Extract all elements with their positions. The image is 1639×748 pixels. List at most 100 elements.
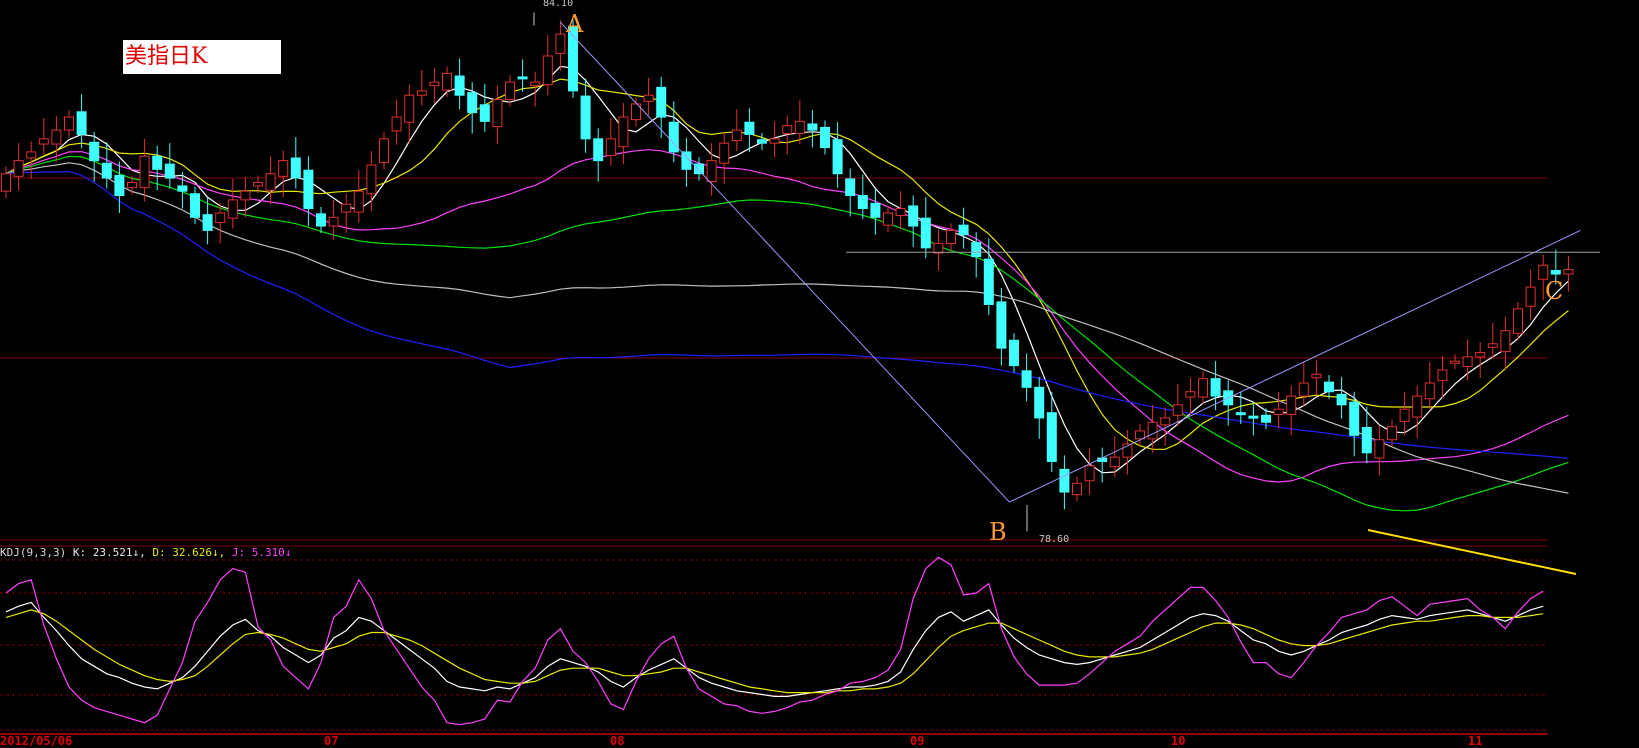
candle-up (505, 81, 515, 101)
candle-up (265, 173, 276, 191)
candle-up (933, 242, 944, 254)
x-axis-month-09: 09 (910, 734, 925, 748)
candle-up (605, 138, 616, 156)
candle-down (958, 224, 969, 236)
candle-down (832, 139, 843, 175)
candle-up (1437, 369, 1448, 381)
candle-down (845, 178, 856, 197)
candle-down (971, 242, 982, 258)
candle-up (1563, 269, 1574, 275)
candle-up (1072, 482, 1082, 496)
kdj-j-value: J: 5.310 (231, 546, 285, 559)
candle-down (1550, 270, 1561, 275)
x-axis-month-07: 07 (324, 734, 339, 748)
candle-down (1021, 370, 1032, 388)
candle-up (946, 229, 956, 244)
x-axis-month-11: 11 (1468, 734, 1483, 748)
candlestick-chart (0, 12, 1600, 735)
candle-down (1210, 378, 1221, 397)
candle-up (227, 199, 238, 219)
candle-down (1034, 386, 1045, 419)
candle-up (1084, 465, 1095, 482)
high-price-label: 84.10 (543, 0, 574, 9)
kdj-k-line (5, 601, 1544, 697)
candle-up (278, 160, 289, 177)
candle-down (164, 163, 175, 179)
candle-up (1374, 439, 1385, 459)
candle-up (391, 116, 402, 132)
candle-down (656, 86, 667, 118)
candle-down (454, 75, 465, 96)
candle-up (1475, 351, 1486, 358)
point-b-label: B (989, 518, 1007, 546)
candle-up (442, 72, 452, 91)
candle-up (542, 55, 553, 86)
candle-up (429, 81, 440, 87)
ma30-line (5, 155, 1569, 512)
candle-down (1336, 393, 1347, 406)
candle-up (1487, 343, 1498, 348)
candle-down (820, 126, 830, 149)
candle-up (379, 138, 389, 163)
candle-up (1, 173, 11, 192)
kdj-d-value: D: 32.626 (152, 546, 212, 559)
candle-up (1525, 286, 1536, 307)
candle-up (1135, 430, 1145, 440)
candle-up (1198, 378, 1208, 398)
kdj-divergence-line (1367, 529, 1577, 575)
candle-down (1046, 412, 1057, 463)
candle-up (492, 99, 503, 128)
candle-up (1147, 421, 1158, 440)
candle-down (76, 111, 87, 135)
candle-down (908, 205, 919, 227)
candle-up (127, 181, 137, 189)
candle-up (618, 116, 629, 148)
candle-down (1059, 468, 1070, 493)
candle-up (895, 208, 906, 217)
abc-trend-line (560, 21, 1581, 503)
candle-up (1160, 417, 1171, 426)
candle-up (530, 81, 541, 87)
candle-up (1298, 382, 1309, 397)
candle-up (1185, 391, 1196, 398)
candle-up (240, 190, 251, 201)
candle-up (26, 151, 37, 159)
candle-down (517, 76, 528, 80)
candle-up (1172, 404, 1183, 416)
candle-up (1462, 356, 1473, 367)
candle-down (580, 95, 591, 140)
candle-down (1009, 339, 1019, 367)
candle-down (152, 155, 163, 170)
candle-down (479, 104, 490, 122)
candle-down (290, 157, 301, 179)
candle-up (253, 181, 263, 187)
candle-up (139, 155, 150, 189)
candle-down (177, 185, 188, 192)
candle-up (706, 160, 717, 183)
candle-down (114, 174, 125, 197)
price-grid (0, 177, 1548, 735)
candle-up (38, 138, 49, 145)
ma20-line (5, 149, 1569, 483)
candle-up (404, 94, 415, 123)
kdj-legend: KDJ(9,3,3) K: 23.521↓, D: 32.626↓, J: 5.… (0, 546, 292, 559)
candle-down (757, 139, 767, 144)
candle-up (1273, 408, 1284, 415)
candle-up (719, 142, 730, 164)
ma120-line (5, 170, 1569, 459)
candle-up (13, 160, 24, 177)
candle-down (593, 138, 604, 162)
candle-down (1235, 412, 1246, 416)
kdj-k-value: K: 23.521 (72, 546, 133, 559)
candle-down (1261, 414, 1271, 423)
candle-down (303, 169, 314, 210)
candle-down (744, 121, 755, 135)
candle-up (555, 33, 566, 54)
candle-up (782, 125, 793, 135)
candle-down (983, 258, 994, 306)
candle-down (694, 163, 704, 175)
candle-down (316, 213, 326, 227)
candle-down (467, 92, 478, 114)
candle-up (769, 138, 780, 144)
candle-up (1513, 308, 1523, 334)
